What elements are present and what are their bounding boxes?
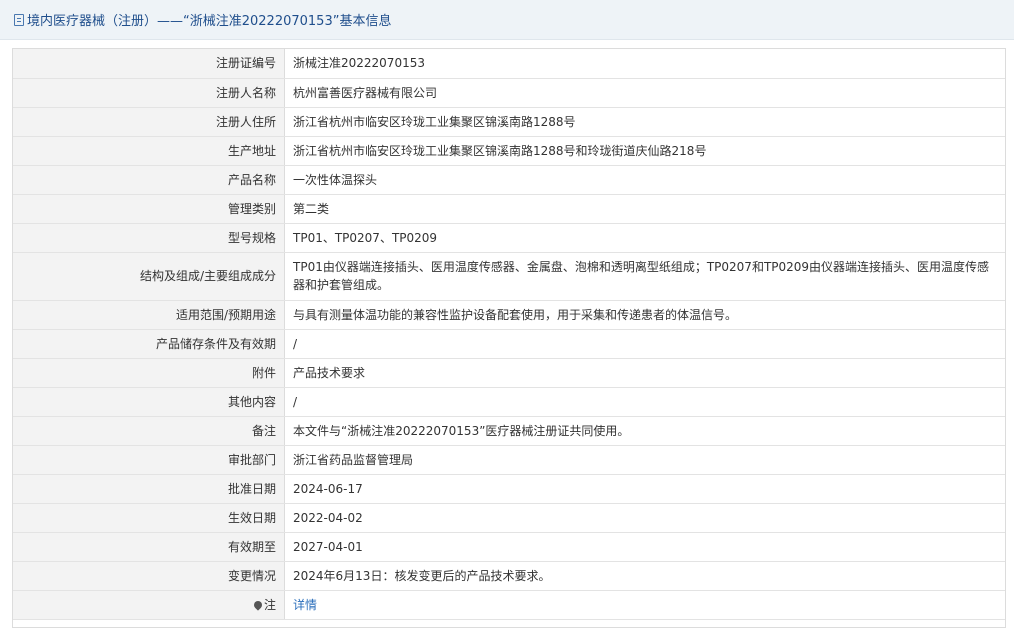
row-value: 杭州富善医疗器械有限公司: [284, 78, 1005, 108]
pin-icon: [252, 598, 264, 611]
row-label: 注册证编号: [13, 49, 285, 79]
table-row-note: 注 详情: [13, 590, 1005, 620]
table-row: 结构及组成/主要组成成分 TP01由仪器端连接插头、医用温度传感器、金属盘、泡棉…: [13, 252, 1005, 301]
table-row: 审批部门 浙江省药品监督管理局: [13, 445, 1005, 475]
row-label: 备注: [13, 416, 285, 446]
row-label: 生产地址: [13, 136, 285, 166]
row-value: 第二类: [284, 194, 1005, 224]
row-value: 2022-04-02: [284, 503, 1005, 533]
document-icon: [14, 13, 24, 26]
row-value: 产品技术要求: [284, 358, 1005, 388]
row-label: 产品储存条件及有效期: [13, 329, 285, 359]
info-panel: 注册证编号 浙械注准20222070153 注册人名称 杭州富善医疗器械有限公司…: [12, 48, 1006, 628]
row-label: 其他内容: [13, 387, 285, 417]
row-value: 本文件与“浙械注准20222070153”医疗器械注册证共同使用。: [284, 416, 1005, 446]
table-row: 注册人住所 浙江省杭州市临安区玲珑工业集聚区锦溪南路1288号: [13, 107, 1005, 137]
row-value: 2024-06-17: [284, 474, 1005, 504]
row-value: /: [284, 329, 1005, 359]
table-row: 备注 本文件与“浙械注准20222070153”医疗器械注册证共同使用。: [13, 416, 1005, 446]
table-row: 适用范围/预期用途 与具有测量体温功能的兼容性监护设备配套使用，用于采集和传递患…: [13, 300, 1005, 330]
row-value: 2024年6月13日：核发变更后的产品技术要求。: [284, 561, 1005, 591]
row-value: 浙江省药品监督管理局: [284, 445, 1005, 475]
row-value: TP01由仪器端连接插头、医用温度传感器、金属盘、泡棉和透明离型纸组成；TP02…: [284, 252, 1005, 301]
row-label: 型号规格: [13, 223, 285, 253]
row-label: 批准日期: [13, 474, 285, 504]
row-value: 与具有测量体温功能的兼容性监护设备配套使用，用于采集和传递患者的体温信号。: [284, 300, 1005, 330]
row-label: 审批部门: [13, 445, 285, 475]
row-label: 有效期至: [13, 532, 285, 562]
table-row: 有效期至 2027-04-01: [13, 532, 1005, 562]
row-label: 生效日期: [13, 503, 285, 533]
row-value: 浙械注准20222070153: [284, 49, 1005, 79]
row-label: 结构及组成/主要组成成分: [13, 252, 285, 301]
table-row: 其他内容 /: [13, 387, 1005, 417]
table-row: 管理类别 第二类: [13, 194, 1005, 224]
page-title: 境内医疗器械（注册）——“浙械注准20222070153”基本信息: [27, 14, 392, 29]
row-value: 2027-04-01: [284, 532, 1005, 562]
note-label: 注: [263, 597, 276, 612]
row-value: 浙江省杭州市临安区玲珑工业集聚区锦溪南路1288号和玲珑街道庆仙路218号: [284, 136, 1005, 166]
row-label: 管理类别: [13, 194, 285, 224]
table-row: 产品储存条件及有效期 /: [13, 329, 1005, 359]
table-row: 产品名称 一次性体温探头: [13, 165, 1005, 195]
table-row: 生效日期 2022-04-02: [13, 503, 1005, 533]
row-value: TP01、TP0207、TP0209: [284, 223, 1005, 253]
info-table: 注册证编号 浙械注准20222070153 注册人名称 杭州富善医疗器械有限公司…: [13, 49, 1005, 620]
row-value: 一次性体温探头: [284, 165, 1005, 195]
table-row: 注册证编号 浙械注准20222070153: [13, 49, 1005, 79]
detail-link[interactable]: 详情: [293, 598, 317, 612]
table-row: 注册人名称 杭州富善医疗器械有限公司: [13, 78, 1005, 108]
row-label: 注册人名称: [13, 78, 285, 108]
table-row: 生产地址 浙江省杭州市临安区玲珑工业集聚区锦溪南路1288号和玲珑街道庆仙路21…: [13, 136, 1005, 166]
note-value-cell: 详情: [284, 590, 1005, 620]
row-value: /: [284, 387, 1005, 417]
row-label: 注册人住所: [13, 107, 285, 137]
table-row: 批准日期 2024-06-17: [13, 474, 1005, 504]
row-label: 附件: [13, 358, 285, 388]
table-row: 型号规格 TP01、TP0207、TP0209: [13, 223, 1005, 253]
row-label: 产品名称: [13, 165, 285, 195]
row-label: 适用范围/预期用途: [13, 300, 285, 330]
note-label-cell: 注: [13, 590, 285, 620]
table-row: 变更情况 2024年6月13日：核发变更后的产品技术要求。: [13, 561, 1005, 591]
row-label: 变更情况: [13, 561, 285, 591]
table-row: 附件 产品技术要求: [13, 358, 1005, 388]
page-header: 境内医疗器械（注册）——“浙械注准20222070153”基本信息: [0, 0, 1014, 40]
row-value: 浙江省杭州市临安区玲珑工业集聚区锦溪南路1288号: [284, 107, 1005, 137]
